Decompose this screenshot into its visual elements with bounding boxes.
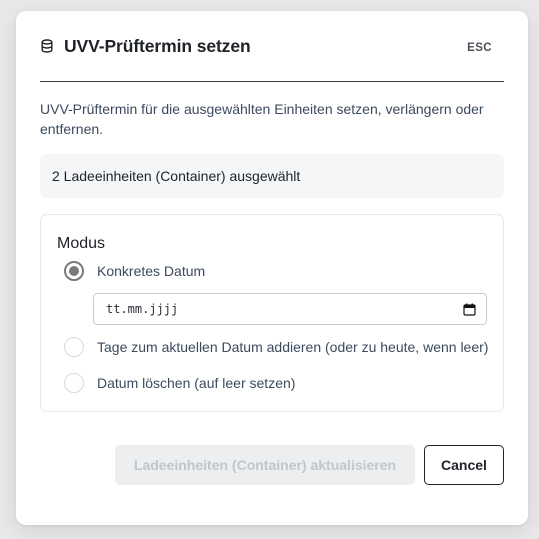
radio-clear-date[interactable] bbox=[64, 373, 84, 393]
dialog-header: UVV-Prüftermin setzen ESC bbox=[40, 11, 504, 82]
dialog-title: UVV-Prüftermin setzen bbox=[64, 35, 251, 56]
radio-add-days[interactable] bbox=[64, 337, 84, 357]
mode-option-label: Tage zum aktuellen Datum addieren (oder … bbox=[97, 339, 489, 355]
uvv-dialog: UVV-Prüftermin setzen ESC UVV-Prüftermin… bbox=[16, 11, 528, 525]
cancel-button[interactable]: Cancel bbox=[424, 445, 504, 485]
mode-legend: Modus bbox=[57, 235, 106, 252]
dialog-description: UVV-Prüftermin für die ausgewählten Einh… bbox=[40, 101, 484, 137]
date-input[interactable]: tt.mm.jjjj bbox=[93, 293, 487, 325]
database-icon bbox=[40, 39, 54, 53]
mode-option-label: Konkretes Datum bbox=[97, 263, 206, 279]
selection-summary: 2 Ladeeinheiten (Container) ausgewählt bbox=[40, 154, 504, 198]
esc-close-button[interactable]: ESC bbox=[467, 42, 492, 54]
mode-option-clear-date[interactable]: Datum löschen (auf leer setzen) bbox=[57, 373, 503, 393]
mode-option-label: Datum löschen (auf leer setzen) bbox=[97, 375, 296, 391]
mode-fieldset: Modus Konkretes Datum tt.mm.jjjj Tage zu… bbox=[40, 214, 504, 412]
dialog-footer: Ladeeinheiten (Container) aktualisieren … bbox=[115, 445, 504, 485]
mode-option-add-days[interactable]: Tage zum aktuellen Datum addieren (oder … bbox=[57, 337, 503, 357]
mode-option-specific-date[interactable]: Konkretes Datum bbox=[57, 261, 503, 281]
update-units-button[interactable]: Ladeeinheiten (Container) aktualisieren bbox=[115, 445, 415, 485]
radio-specific-date[interactable] bbox=[64, 261, 84, 281]
date-input-placeholder: tt.mm.jjjj bbox=[106, 302, 179, 316]
calendar-icon[interactable] bbox=[463, 303, 476, 316]
